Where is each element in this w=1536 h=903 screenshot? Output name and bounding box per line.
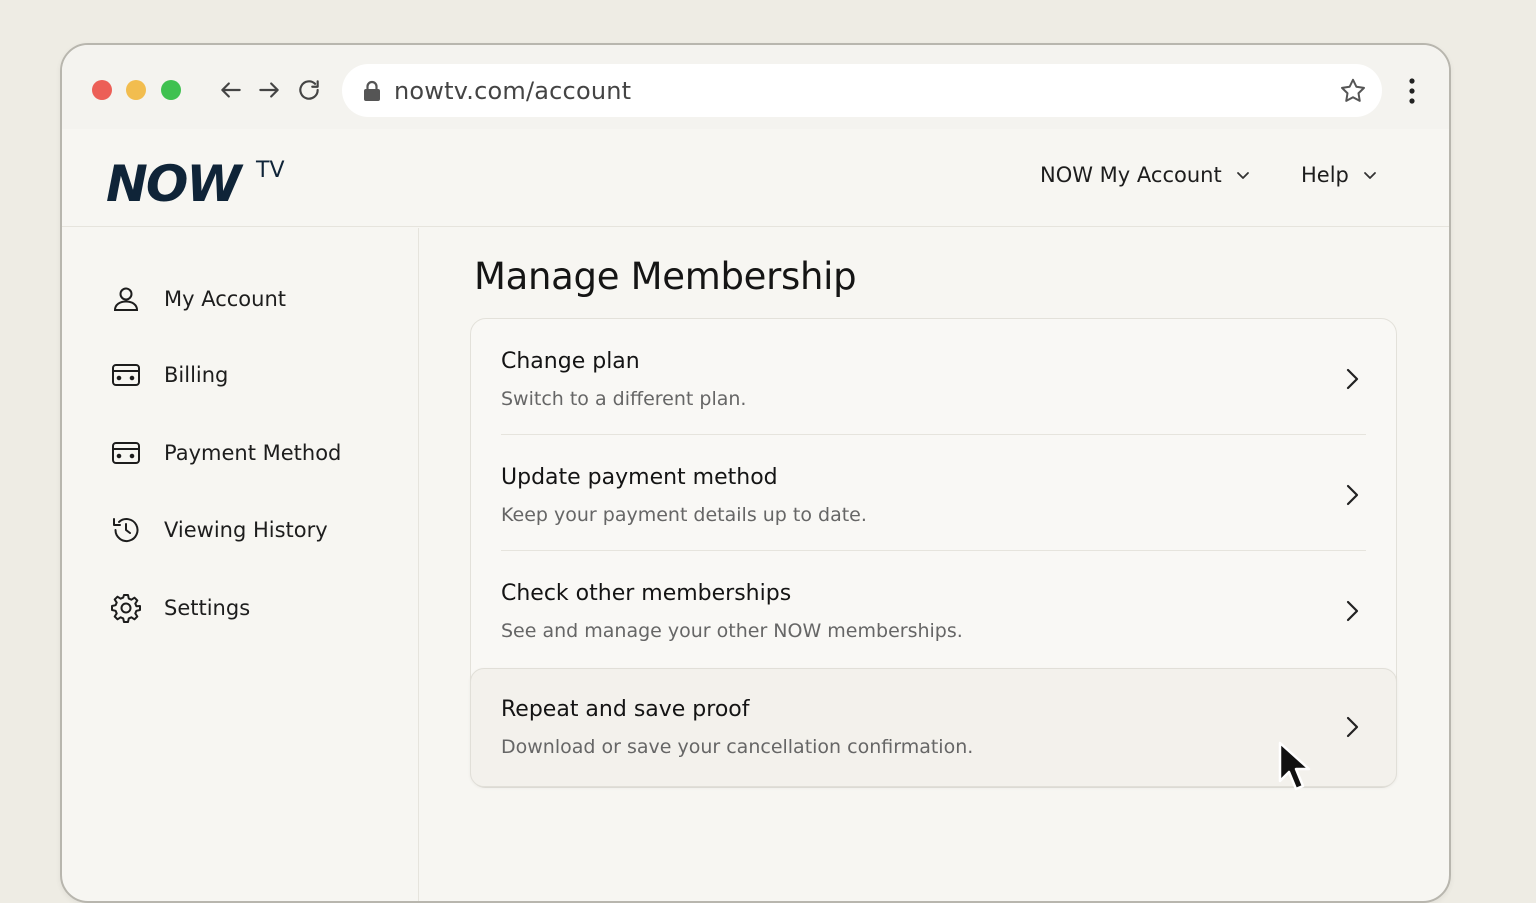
nav-my-account-dropdown[interactable]: NOW My Account xyxy=(1040,163,1252,187)
chevron-right-icon xyxy=(1346,716,1359,738)
option-change-plan[interactable]: Change plan Switch to a different plan. xyxy=(471,319,1396,435)
user-icon xyxy=(113,287,139,311)
option-description: Download or save your cancellation confi… xyxy=(501,736,974,758)
sidebar-item-label: Payment Method xyxy=(164,441,342,465)
option-title: Repeat and save proof xyxy=(501,697,750,722)
option-repeat-and-save-proof[interactable]: Repeat and save proof Download or save y… xyxy=(470,668,1397,787)
back-button[interactable] xyxy=(216,75,246,105)
nav-my-account-label: NOW My Account xyxy=(1040,163,1222,187)
chevron-right-icon xyxy=(1346,368,1359,390)
browser-toolbar: nowtv.com/account xyxy=(62,45,1449,129)
reload-button[interactable] xyxy=(294,75,324,105)
browser-menu-icon[interactable] xyxy=(1400,75,1424,107)
close-window-button[interactable] xyxy=(92,80,112,100)
minimize-window-button[interactable] xyxy=(126,80,146,100)
option-title: Update payment method xyxy=(501,465,778,490)
option-update-payment-method[interactable]: Update payment method Keep your payment … xyxy=(471,435,1396,551)
chevron-down-icon xyxy=(1236,172,1249,179)
billing-card-icon xyxy=(112,364,140,386)
gear-icon xyxy=(111,594,141,623)
address-bar[interactable]: nowtv.com/account xyxy=(342,64,1382,117)
sidebar-item-payment-method[interactable]: Payment Method xyxy=(110,433,341,473)
sidebar: My Account Billing Payment Method Viewin… xyxy=(62,228,419,901)
payment-card-icon xyxy=(112,442,140,464)
option-description: See and manage your other NOW membership… xyxy=(501,620,963,642)
sidebar-item-my-account[interactable]: My Account xyxy=(110,279,286,319)
option-description: Switch to a different plan. xyxy=(501,388,747,410)
lock-icon xyxy=(364,80,380,101)
history-icon xyxy=(113,518,139,543)
nav-help-label: Help xyxy=(1301,163,1349,187)
sidebar-item-settings[interactable]: Settings xyxy=(110,588,250,628)
arrow-right-icon xyxy=(259,82,279,98)
option-title: Check other memberships xyxy=(501,581,792,606)
chevron-right-icon xyxy=(1346,600,1359,622)
svg-text:NOW: NOW xyxy=(106,155,244,205)
membership-options-card: Change plan Switch to a different plan. … xyxy=(470,318,1397,788)
browser-window: nowtv.com/account NOW TV NOW My Account … xyxy=(60,43,1451,903)
option-title: Change plan xyxy=(501,349,640,374)
sidebar-item-viewing-history[interactable]: Viewing History xyxy=(110,510,328,550)
url-text: nowtv.com/account xyxy=(394,77,632,105)
maximize-window-button[interactable] xyxy=(161,80,181,100)
page-title: Manage Membership xyxy=(474,255,857,298)
option-check-other-memberships[interactable]: Check other memberships See and manage y… xyxy=(471,551,1396,667)
site-header: NOW TV NOW My Account Help xyxy=(62,129,1449,227)
chevron-down-icon xyxy=(1363,172,1376,179)
svg-text:TV: TV xyxy=(255,158,285,183)
bookmark-star-icon[interactable] xyxy=(1338,76,1368,106)
reload-icon xyxy=(299,80,319,100)
mouse-cursor-icon xyxy=(1278,741,1311,791)
option-description: Keep your payment details up to date. xyxy=(501,504,867,526)
forward-button[interactable] xyxy=(254,75,284,105)
sidebar-item-label: Settings xyxy=(164,596,251,620)
now-tv-logo[interactable]: NOW TV xyxy=(106,155,296,205)
sidebar-item-billing[interactable]: Billing xyxy=(110,355,228,395)
nav-help-dropdown[interactable]: Help xyxy=(1301,163,1379,187)
arrow-left-icon xyxy=(221,82,241,98)
sidebar-item-label: Billing xyxy=(164,363,229,387)
chevron-right-icon xyxy=(1346,484,1359,506)
sidebar-item-label: My Account xyxy=(164,287,287,311)
sidebar-item-label: Viewing History xyxy=(164,518,328,542)
